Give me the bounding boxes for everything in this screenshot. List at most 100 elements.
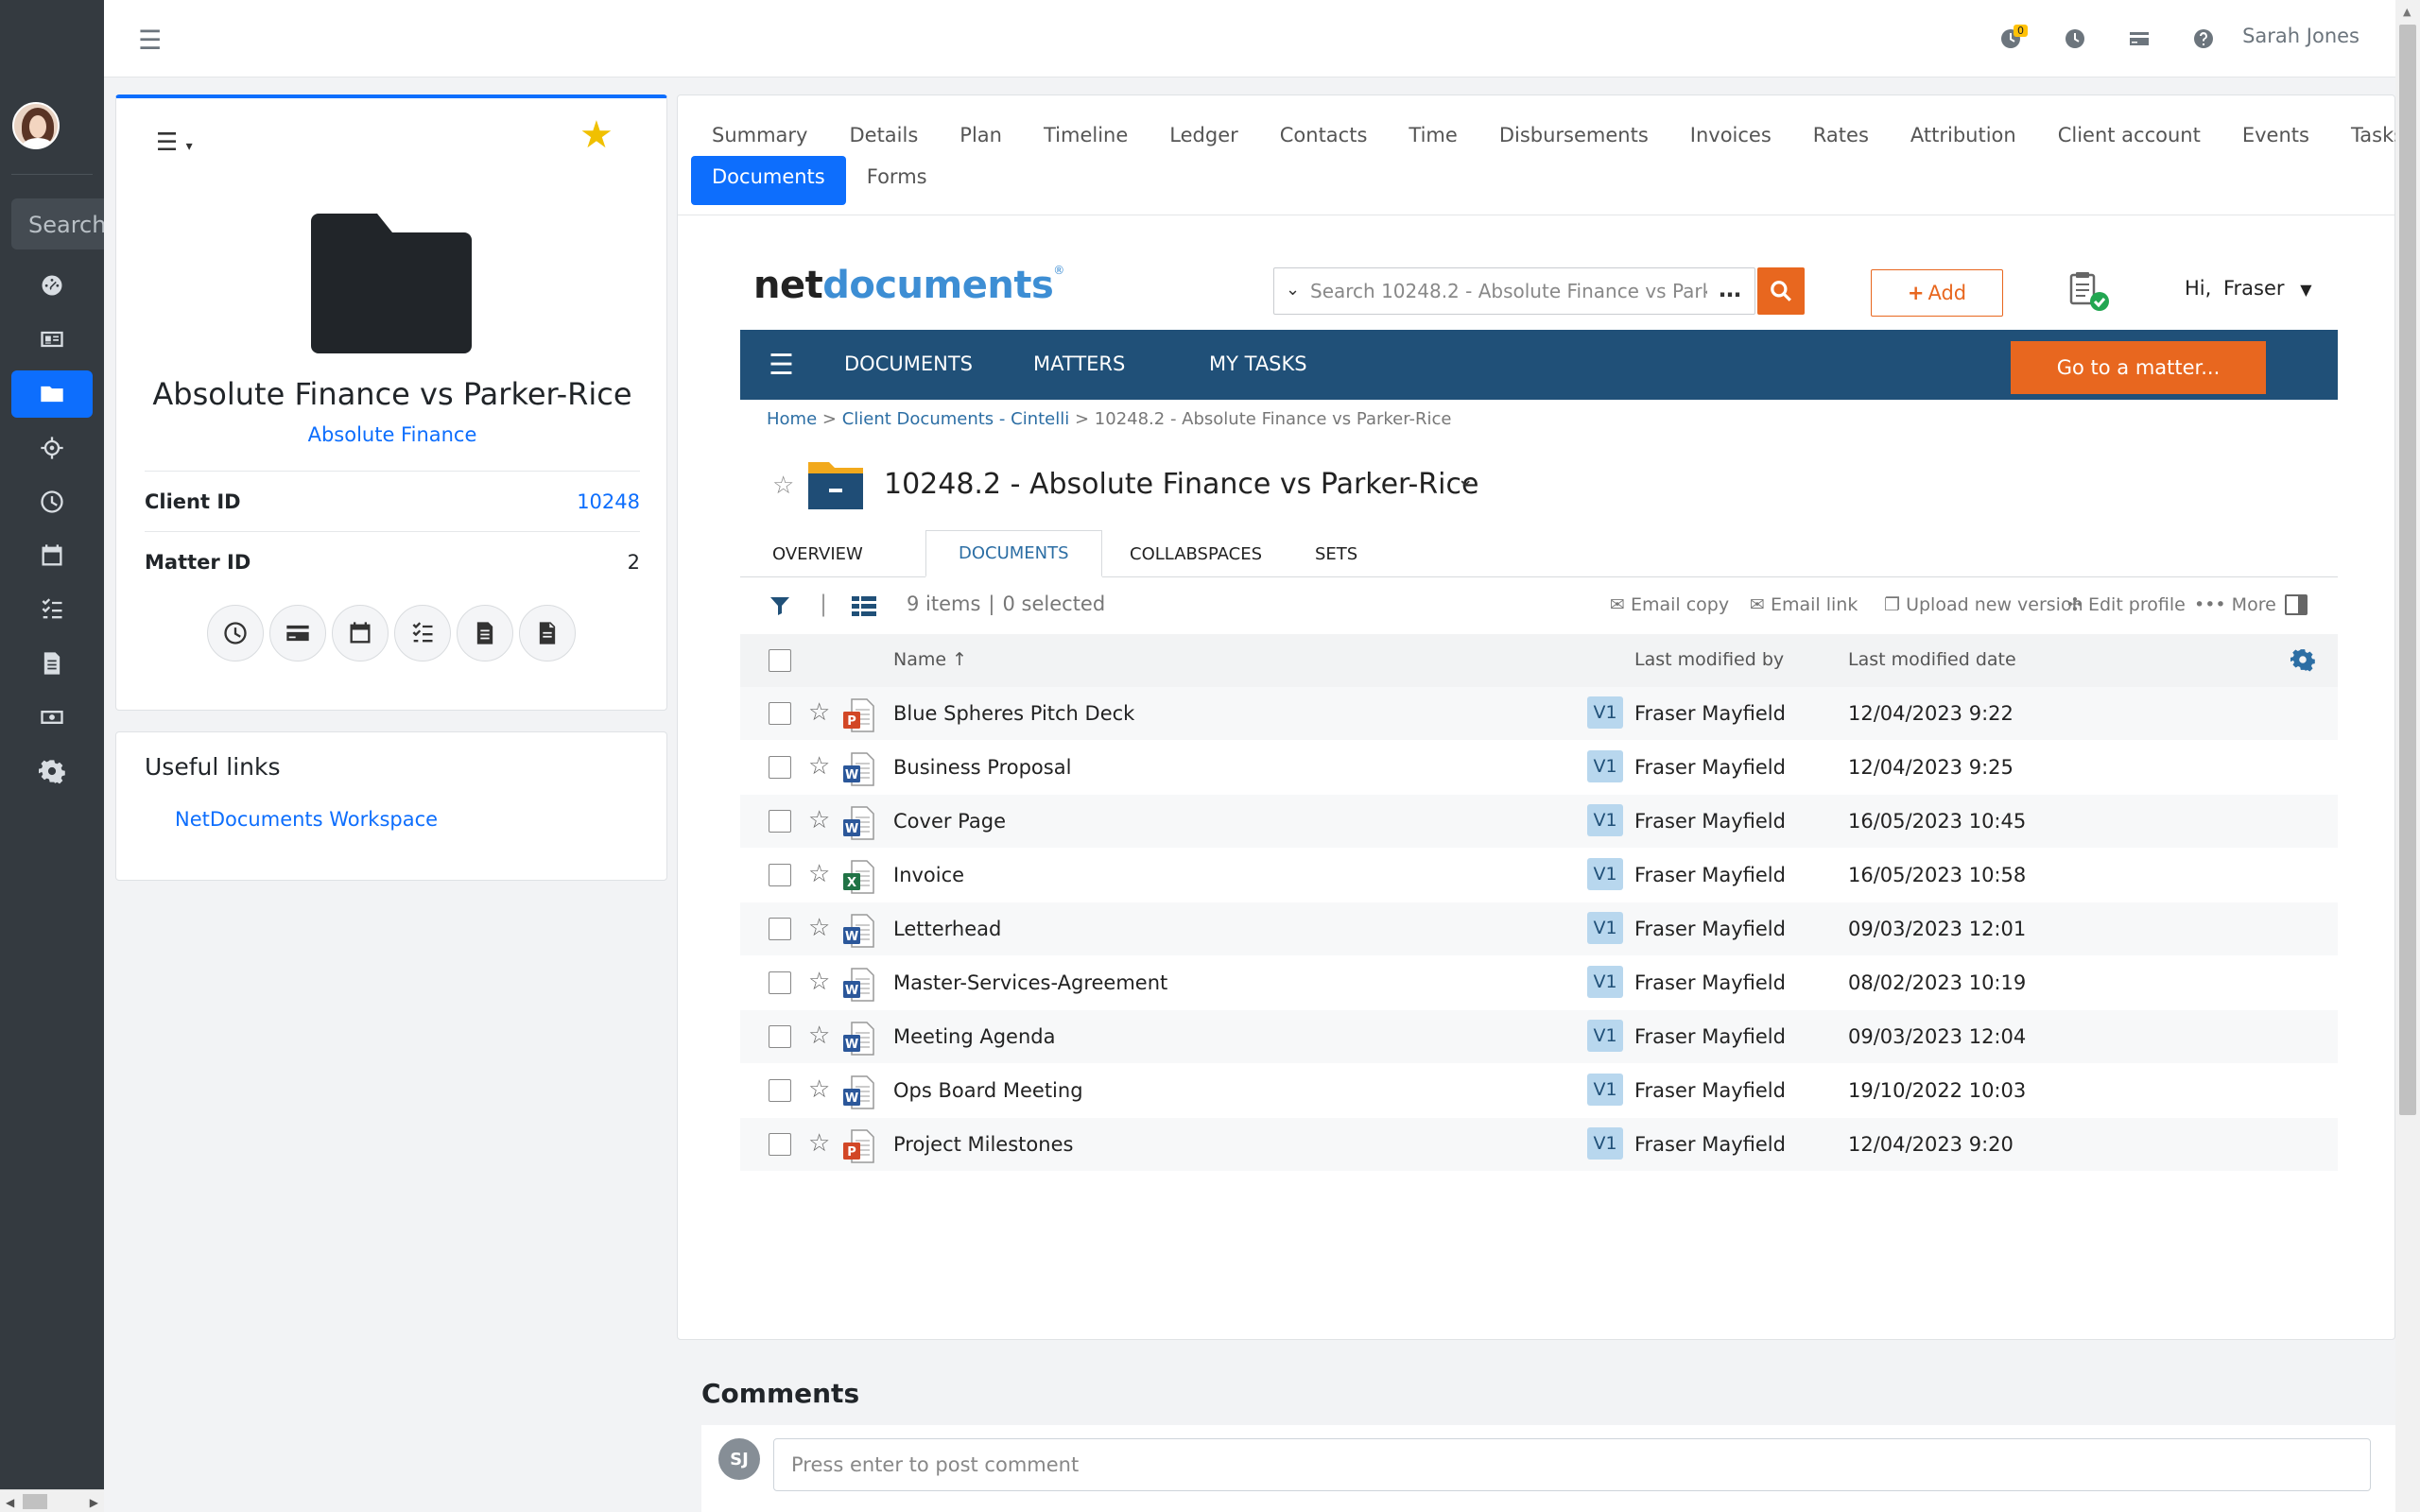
horizontal-scrollbar[interactable]: ◀ ▶ bbox=[0, 1489, 104, 1512]
subtab-documents[interactable]: DOCUMENTS bbox=[925, 530, 1102, 577]
tab-documents[interactable]: Documents bbox=[691, 156, 846, 205]
upload-new-version-button[interactable]: ❐ Upload new version bbox=[1884, 594, 2083, 615]
sidebar-item-matters[interactable] bbox=[11, 370, 93, 418]
email-link-button[interactable]: ✉ Email link bbox=[1750, 594, 1858, 615]
table-row[interactable]: ☆ X Invoice V1 Fraser Mayfield 16/05/2023 10:… bbox=[740, 849, 2338, 902]
version-badge[interactable]: V1 bbox=[1587, 1020, 1623, 1052]
netdocuments-workspace-link[interactable]: NetDocuments Workspace bbox=[175, 808, 438, 831]
nd-add-button[interactable]: + Add bbox=[1871, 269, 2003, 317]
tab-forms[interactable]: Forms bbox=[846, 156, 948, 205]
version-badge[interactable]: V1 bbox=[1587, 858, 1623, 890]
document-name[interactable]: Meeting Agenda bbox=[893, 1025, 1055, 1048]
add-form-button[interactable] bbox=[519, 605, 576, 662]
record-time-button[interactable] bbox=[207, 605, 264, 662]
version-badge[interactable]: V1 bbox=[1587, 696, 1623, 729]
scroll-left-icon[interactable]: ◀ bbox=[6, 1496, 14, 1509]
subtab-collabspaces[interactable]: COLLABSPACES bbox=[1098, 530, 1294, 577]
row-favorite-star-icon[interactable]: ☆ bbox=[808, 860, 830, 888]
timer-button[interactable]: 0 bbox=[1995, 23, 2028, 55]
sidebar-item-time[interactable] bbox=[11, 478, 93, 525]
nd-search-input[interactable] bbox=[1310, 278, 1707, 304]
row-checkbox[interactable] bbox=[769, 918, 791, 940]
column-name[interactable]: Name ↑ bbox=[893, 649, 967, 670]
version-badge[interactable]: V1 bbox=[1587, 750, 1623, 782]
row-checkbox[interactable] bbox=[769, 1079, 791, 1102]
row-checkbox[interactable] bbox=[769, 971, 791, 994]
table-row[interactable]: ☆ W Cover Page V1 Fraser Mayfield 16/05/2023 … bbox=[740, 795, 2338, 849]
row-favorite-star-icon[interactable]: ☆ bbox=[808, 1129, 830, 1158]
document-name[interactable]: Project Milestones bbox=[893, 1133, 1073, 1156]
scroll-up-icon[interactable]: ▲ bbox=[2403, 6, 2411, 18]
sidebar-item-tasks[interactable] bbox=[11, 586, 93, 633]
table-row[interactable]: ☆ W Ops Board Meeting V1 Fraser Mayfield 19/1… bbox=[740, 1064, 2338, 1118]
version-badge[interactable]: V1 bbox=[1587, 1074, 1623, 1106]
column-modified-by[interactable]: Last modified by bbox=[1634, 649, 1784, 670]
sidebar-item-billing[interactable] bbox=[11, 694, 93, 741]
sidebar-item-calendar[interactable] bbox=[11, 532, 93, 579]
row-favorite-star-icon[interactable]: ☆ bbox=[808, 1075, 830, 1104]
client-id-value[interactable]: 10248 bbox=[577, 490, 640, 513]
user-name[interactable]: Sarah Jones bbox=[2242, 25, 2360, 47]
filter-icon[interactable] bbox=[769, 594, 791, 617]
document-name[interactable]: Ops Board Meeting bbox=[893, 1079, 1083, 1102]
subtab-sets[interactable]: SETS bbox=[1283, 530, 1390, 577]
email-copy-button[interactable]: ✉ Email copy bbox=[1610, 594, 1729, 615]
column-modified-date[interactable]: Last modified date bbox=[1848, 649, 2016, 670]
menu-toggle-icon[interactable]: ☰ bbox=[138, 25, 162, 56]
row-favorite-star-icon[interactable]: ☆ bbox=[808, 752, 830, 781]
edit-profile-button[interactable]: ✣ Edit profile bbox=[2067, 594, 2186, 615]
row-checkbox[interactable] bbox=[769, 810, 791, 833]
nd-hamburger-icon[interactable]: ☰ bbox=[769, 349, 794, 382]
scroll-right-icon[interactable]: ▶ bbox=[90, 1496, 98, 1509]
billing-button[interactable] bbox=[2123, 23, 2155, 55]
matter-menu-icon[interactable]: ☰ ▾ bbox=[156, 129, 193, 157]
row-favorite-star-icon[interactable]: ☆ bbox=[808, 968, 830, 996]
nd-user-menu[interactable]: Hi, Fraser ▼ bbox=[2185, 277, 2312, 300]
help-button[interactable] bbox=[2187, 23, 2220, 55]
time-button[interactable] bbox=[2059, 23, 2091, 55]
table-row[interactable]: ☆ W Meeting Agenda V1 Fraser Mayfield 09/03/2… bbox=[740, 1010, 2338, 1064]
more-options-icon[interactable]: … bbox=[1719, 276, 1741, 302]
more-button[interactable]: ••• More bbox=[2194, 594, 2276, 615]
version-badge[interactable]: V1 bbox=[1587, 1127, 1623, 1160]
row-checkbox[interactable] bbox=[769, 1025, 791, 1048]
sidebar-search-input[interactable]: Search... bbox=[11, 198, 104, 249]
document-name[interactable]: Letterhead bbox=[893, 918, 1001, 940]
favorite-star-icon[interactable]: ★ bbox=[579, 113, 614, 157]
table-row[interactable]: ☆ W Master-Services-Agreement V1 Fraser Mayf… bbox=[740, 956, 2338, 1010]
table-row[interactable]: ☆ W Letterhead V1 Fraser Mayfield 09/03/2023 … bbox=[740, 902, 2338, 956]
add-document-button[interactable] bbox=[457, 605, 513, 662]
document-name[interactable]: Master-Services-Agreement bbox=[893, 971, 1167, 994]
row-favorite-star-icon[interactable]: ☆ bbox=[808, 1022, 830, 1050]
sidebar-item-contacts[interactable] bbox=[11, 316, 93, 363]
add-task-button[interactable] bbox=[394, 605, 451, 662]
document-name[interactable]: Invoice bbox=[893, 864, 964, 886]
go-to-matter-button[interactable]: Go to a matter... bbox=[2011, 341, 2266, 394]
nd-nav-matters[interactable]: MATTERS bbox=[1033, 352, 1125, 375]
row-checkbox[interactable] bbox=[769, 702, 791, 725]
row-favorite-star-icon[interactable]: ☆ bbox=[808, 698, 830, 727]
sidebar-item-documents[interactable] bbox=[11, 640, 93, 687]
table-row[interactable]: ☆ P Project Milestones V1 Fraser Mayfield 12/… bbox=[740, 1118, 2338, 1172]
add-event-button[interactable] bbox=[332, 605, 389, 662]
table-row[interactable]: ☆ W Business Proposal V1 Fraser Mayfield 12/0… bbox=[740, 741, 2338, 795]
row-checkbox[interactable] bbox=[769, 756, 791, 779]
subtab-overview[interactable]: OVERVIEW bbox=[740, 530, 895, 577]
nd-nav-documents[interactable]: DOCUMENTS bbox=[844, 352, 973, 375]
breadcrumb-client-documents[interactable]: Client Documents - Cintelli bbox=[842, 409, 1070, 429]
sidebar-item-settings[interactable] bbox=[11, 747, 93, 795]
document-name[interactable]: Cover Page bbox=[893, 810, 1006, 833]
client-link[interactable]: Absolute Finance bbox=[116, 423, 668, 446]
nd-nav-my-tasks[interactable]: MY TASKS bbox=[1209, 352, 1307, 375]
folder-star-icon[interactable]: ☆ bbox=[772, 472, 794, 500]
folder-menu-chevron-icon[interactable]: ⌄ bbox=[1457, 468, 1474, 491]
breadcrumb-home[interactable]: Home bbox=[767, 409, 817, 429]
table-row[interactable]: ☆ P Blue Spheres Pitch Deck V1 Fraser Mayfie… bbox=[740, 687, 2338, 741]
search-scope-chevron-icon[interactable]: ⌄ bbox=[1286, 280, 1300, 300]
row-favorite-star-icon[interactable]: ☆ bbox=[808, 806, 830, 834]
version-badge[interactable]: V1 bbox=[1587, 912, 1623, 944]
gear-icon[interactable] bbox=[2290, 647, 2315, 672]
add-disbursement-button[interactable] bbox=[269, 605, 326, 662]
list-view-icon[interactable] bbox=[852, 594, 876, 617]
sidebar-item-targets[interactable] bbox=[11, 424, 93, 472]
